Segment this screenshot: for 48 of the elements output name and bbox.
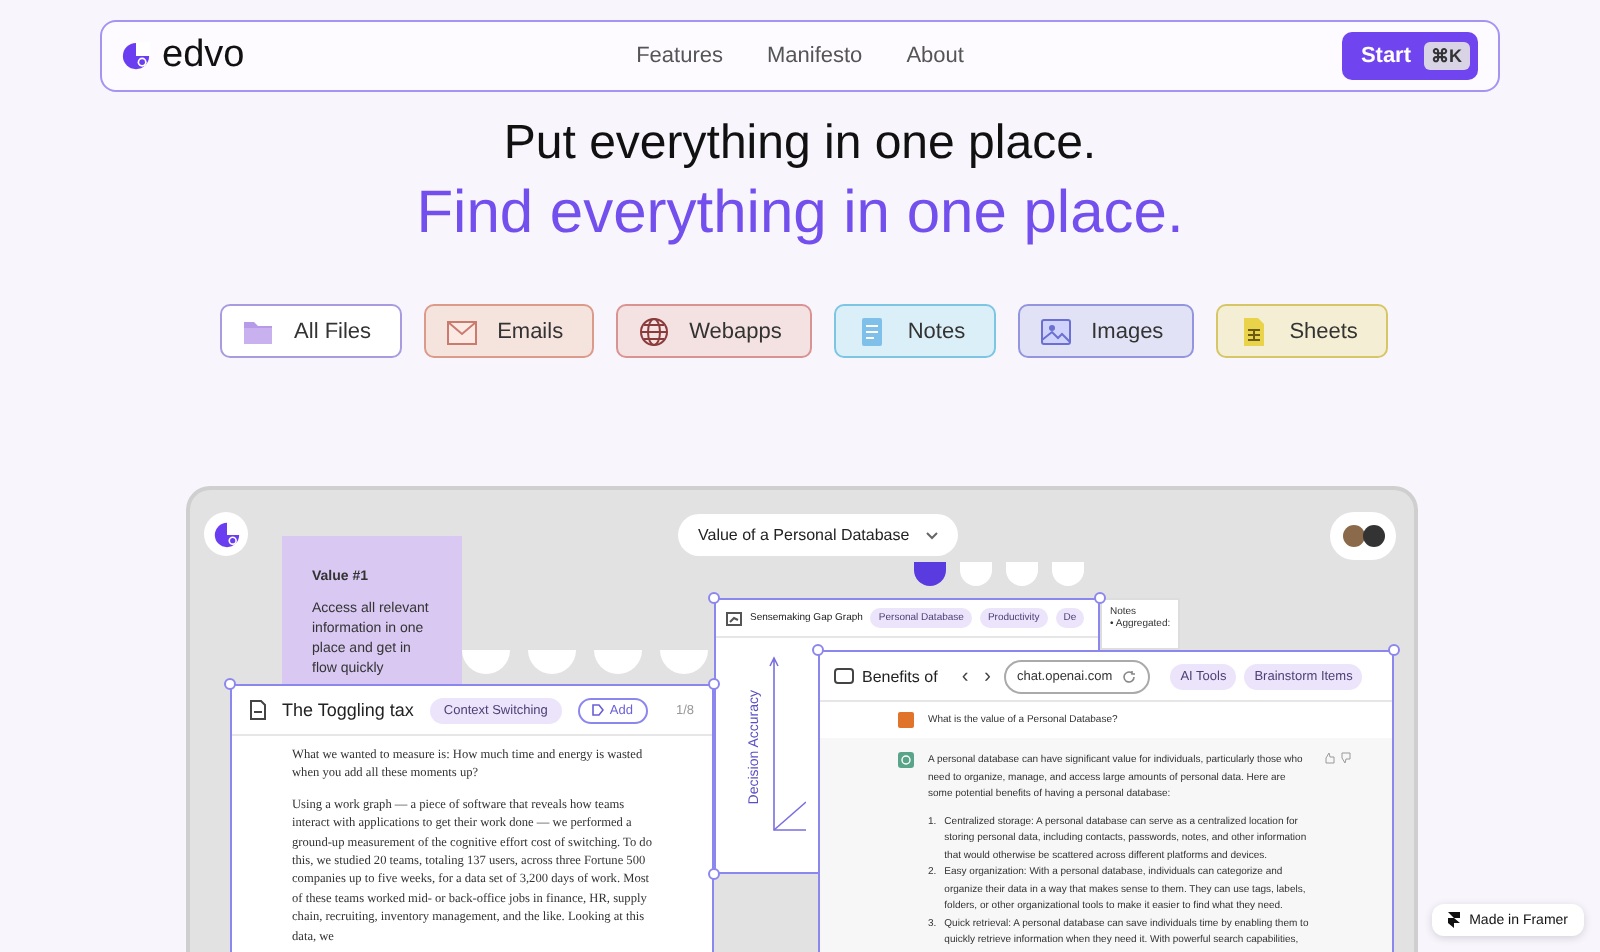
tag-icon — [591, 704, 604, 716]
selection-handle[interactable] — [224, 678, 236, 690]
filter-chip[interactable]: Sheets — [1215, 304, 1388, 358]
selection-handle[interactable] — [708, 592, 720, 604]
window-icon — [834, 668, 854, 684]
nav-link[interactable]: About — [906, 44, 964, 68]
nav-link[interactable]: Features — [636, 44, 723, 68]
globe-icon — [637, 315, 670, 347]
nav-link[interactable]: Manifesto — [766, 44, 863, 68]
bump-shape — [960, 562, 992, 586]
hero-subheadline: Find everything in one place. — [416, 178, 1184, 250]
bump-shape — [1052, 562, 1084, 586]
envelope-icon — [445, 315, 478, 347]
view-dropdown[interactable]: Value of a Personal Database — [678, 514, 958, 556]
filter-chip[interactable]: Notes — [833, 304, 996, 358]
bump-shape — [1006, 562, 1038, 586]
filter-chip[interactable]: Emails — [423, 304, 594, 358]
window-title: The Toggling tax — [282, 700, 414, 720]
reload-icon — [1122, 669, 1137, 683]
selection-handle[interactable] — [1094, 592, 1106, 604]
selection-handle[interactable] — [708, 678, 720, 690]
filter-chip[interactable]: All Files — [220, 304, 402, 358]
filter-chip[interactable]: Webapps — [615, 304, 812, 358]
avatar-icon — [1341, 524, 1385, 548]
bump-shape — [914, 562, 946, 586]
document-icon — [250, 700, 266, 720]
bump-shape — [594, 650, 642, 674]
chevron-down-icon — [925, 531, 938, 539]
filter-chip[interactable]: Images — [1017, 304, 1194, 358]
assistant-icon — [898, 752, 914, 768]
user-avatar-icon — [898, 712, 914, 728]
shortcut-key: ⌘K — [1423, 42, 1470, 70]
logo-icon — [213, 521, 239, 547]
bump-shape — [528, 650, 576, 674]
framer-logo-icon — [1447, 912, 1460, 928]
thumbs-icon — [1324, 752, 1352, 764]
forward-button[interactable]: › — [980, 665, 995, 687]
bump-shape — [462, 650, 510, 674]
start-button[interactable]: Start ⌘K — [1342, 32, 1478, 80]
bump-shape — [660, 650, 708, 674]
image-icon — [1039, 315, 1072, 347]
brand-name: edvo — [162, 34, 245, 78]
logo-icon — [122, 42, 150, 70]
back-button[interactable]: ‹ — [957, 665, 973, 687]
chart-icon — [726, 611, 742, 625]
selection-handle[interactable] — [1388, 644, 1400, 656]
hero-headline: Put everything in one place. — [503, 114, 1097, 174]
window-title: Benefits of — [862, 667, 938, 685]
